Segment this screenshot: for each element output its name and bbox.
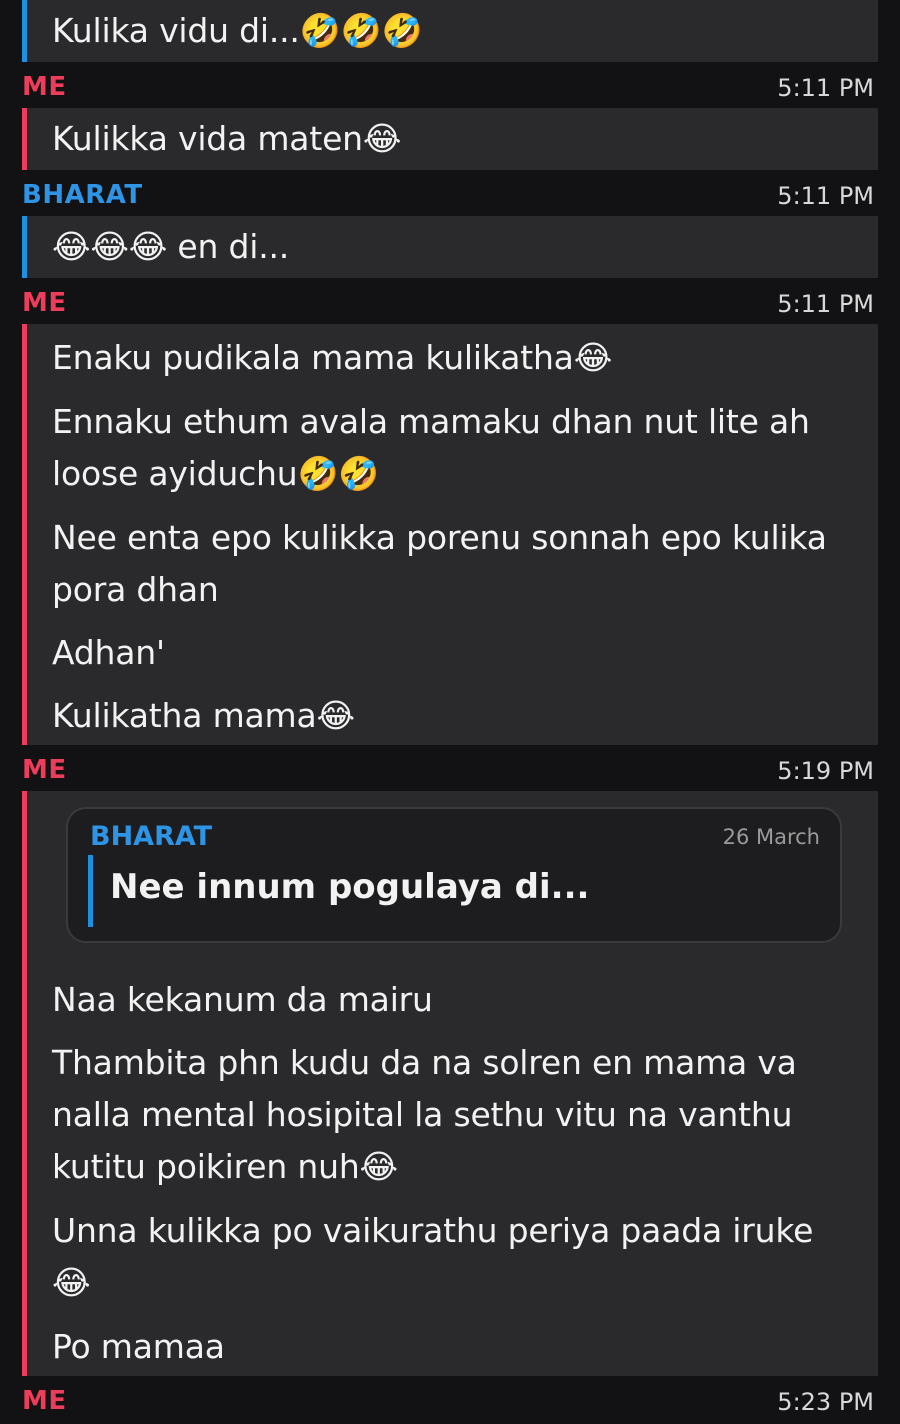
- message-text: 😂😂😂 en di...: [52, 227, 290, 266]
- message-time: 5:23 PM: [777, 1388, 874, 1416]
- message-header: BHARAT 5:11 PM: [22, 176, 878, 218]
- message-time: 5:11 PM: [777, 290, 874, 318]
- sender-accent-bar: [22, 324, 27, 745]
- message-text: Adhan': [52, 633, 165, 672]
- message-bubble[interactable]: 😂😂😂 en di...: [22, 216, 878, 278]
- sender-accent-bar: [22, 0, 27, 62]
- message-text: Kulika vidu di...🤣🤣🤣: [52, 11, 423, 50]
- sender-name: ME: [22, 72, 67, 102]
- sender-name: BHARAT: [22, 180, 143, 210]
- sender-accent-bar: [22, 216, 27, 278]
- message-header: ME 5:23 PM: [22, 1382, 878, 1424]
- message-text: kutitu poikiren nuh😂: [52, 1147, 398, 1186]
- message-text: Ennaku ethum avala mamaku dhan nut lite …: [52, 402, 810, 441]
- sender-name: ME: [22, 755, 67, 785]
- message-text: Thambita phn kudu da na solren en mama v…: [52, 1043, 797, 1082]
- quoted-text: Nee innum pogulaya di...: [110, 867, 590, 907]
- message-text: nalla mental hosipital la sethu vitu na …: [52, 1095, 793, 1134]
- quoted-sender-name: BHARAT: [90, 821, 213, 852]
- message-text: Kulikka vida maten😂: [52, 119, 402, 158]
- message-time: 5:11 PM: [777, 182, 874, 210]
- message-text: Unna kulikka po vaikurathu periya paada …: [52, 1211, 814, 1250]
- message-bubble[interactable]: Kulika vidu di...🤣🤣🤣: [22, 0, 878, 62]
- message-bubble[interactable]: BHARAT 26 March Nee innum pogulaya di...…: [22, 791, 878, 1376]
- message-text: pora dhan: [52, 570, 219, 609]
- quoted-date: 26 March: [722, 825, 820, 849]
- message-header: ME 5:19 PM: [22, 751, 878, 793]
- message-text: loose ayiduchu🤣🤣: [52, 454, 380, 493]
- message-bubble[interactable]: Enaku pudikala mama kulikatha😂 Ennaku et…: [22, 324, 878, 745]
- sender-accent-bar: [22, 791, 27, 1376]
- sender-name: ME: [22, 288, 67, 318]
- message-time: 5:19 PM: [777, 757, 874, 785]
- message-bubble[interactable]: Kulikka vida maten😂: [22, 108, 878, 170]
- message-text: Naa kekanum da mairu: [52, 980, 433, 1019]
- quoted-accent-bar: [88, 855, 93, 927]
- message-text: Enaku pudikala mama kulikatha😂: [52, 338, 613, 377]
- sender-name: ME: [22, 1386, 67, 1416]
- message-text: Kulikatha mama😂: [52, 696, 355, 735]
- message-time: 5:11 PM: [777, 74, 874, 102]
- message-text: Po mamaa: [52, 1327, 225, 1366]
- quoted-reply[interactable]: BHARAT 26 March Nee innum pogulaya di...: [66, 807, 842, 943]
- chat-view: Kulika vidu di...🤣🤣🤣 ME 5:11 PM Kulikka …: [0, 0, 900, 1416]
- message-header: ME 5:11 PM: [22, 68, 878, 110]
- message-text: Nee enta epo kulikka porenu sonnah epo k…: [52, 518, 827, 557]
- sender-accent-bar: [22, 108, 27, 170]
- message-text: 😂: [52, 1263, 91, 1302]
- message-header: ME 5:11 PM: [22, 284, 878, 326]
